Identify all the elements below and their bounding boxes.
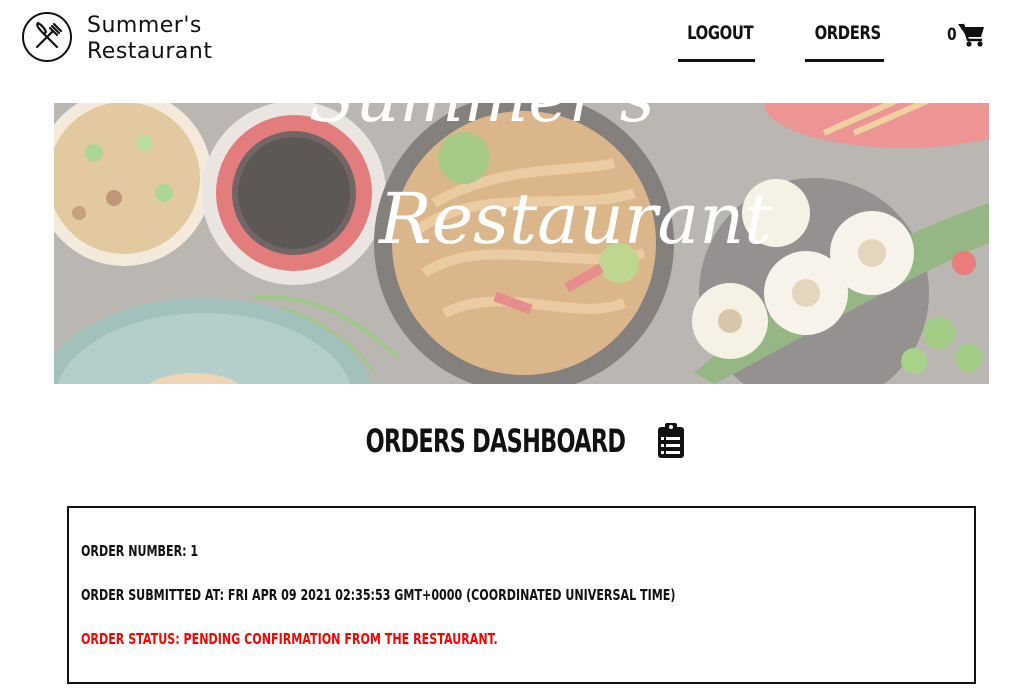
dashboard-heading: ORDERS DASHBOARD: [0, 422, 1029, 460]
order-card: Order Number: 1 Order Submitted at: Fri …: [67, 506, 976, 684]
orders-link[interactable]: ORDERS: [815, 22, 882, 44]
banner-script-top: Summer's: [309, 103, 655, 138]
brand-name-line1: Summer's: [87, 13, 202, 38]
order-status: Order Status: Pending confirmation from …: [81, 630, 498, 648]
fork-knife-icon: [35, 21, 63, 49]
order-submitted-at: Order Submitted at: Fri Apr 09 2021 02:3…: [81, 586, 676, 604]
shopping-cart-icon[interactable]: [957, 22, 985, 48]
logo[interactable]: [22, 12, 72, 62]
logout-link[interactable]: LOGOUT: [687, 22, 753, 44]
banner-script-bottom: Restaurant: [377, 178, 773, 260]
hero-banner: Summer's Restaurant: [54, 103, 989, 384]
site-header: Summer's Restaurant LOGOUT ORDERS 0: [0, 0, 1029, 100]
food-banner-image: Summer's Restaurant: [54, 103, 989, 384]
clipboard-list-icon: [658, 423, 685, 458]
brand-name-line2: Restaurant: [87, 39, 213, 64]
order-number: Order Number: 1: [81, 542, 199, 560]
cart-count[interactable]: 0: [947, 25, 956, 45]
logout-underline: [678, 59, 755, 62]
brand-name[interactable]: Summer's Restaurant: [87, 13, 212, 65]
page-title: ORDERS DASHBOARD: [365, 422, 626, 460]
orders-underline: [805, 59, 884, 62]
